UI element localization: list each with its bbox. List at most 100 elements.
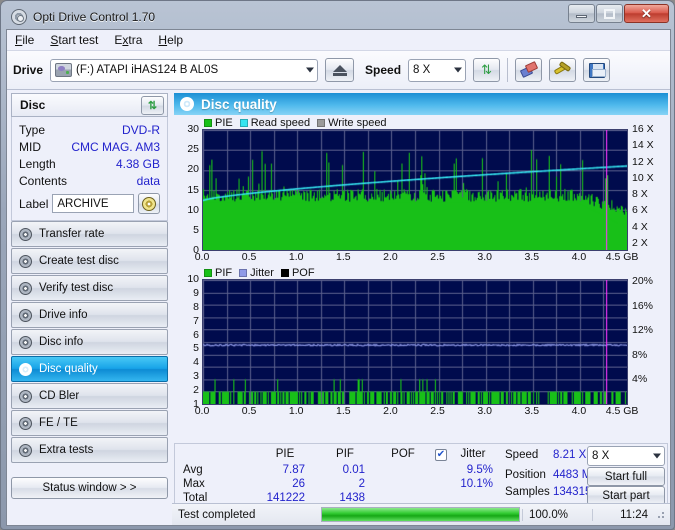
menu-extra[interactable]: Extra	[114, 33, 142, 47]
chevron-down-icon	[454, 67, 463, 73]
legend-item-pif: PIF	[204, 267, 232, 279]
eject-icon	[332, 64, 347, 76]
axis-tick-label: 10 X	[632, 171, 654, 184]
axis-tick-label: 4.0	[571, 251, 587, 263]
axis-tick-label: 1.0	[288, 405, 304, 417]
axis-tick-label: 6	[193, 328, 199, 341]
test-speed-select[interactable]: 8 X	[587, 446, 665, 466]
menu-file[interactable]: File	[15, 33, 34, 47]
disc-label-label: Label	[19, 196, 49, 211]
axis-tick-label: 4.5 GB	[605, 251, 639, 263]
sidebar-item-drive-info[interactable]: Drive info	[11, 302, 168, 328]
app-icon	[11, 9, 27, 25]
save-button[interactable]	[583, 58, 611, 82]
menu-start-test[interactable]: Start test	[50, 33, 98, 47]
axis-tick-label: 2.5	[430, 405, 445, 417]
disc-details-button[interactable]	[138, 193, 160, 214]
toolbar: Drive (F:) ATAPI iHAS124 B AL0S Speed 8 …	[7, 51, 670, 90]
disc-refresh-button[interactable]: ⇅	[141, 95, 164, 115]
axis-tick-label: 3	[193, 370, 199, 383]
legend-swatch	[317, 118, 326, 127]
disc-label-input[interactable]: ARCHIVE	[52, 194, 134, 213]
axis-tick-label: 5	[193, 223, 199, 236]
legend-item-read-speed: Read speed	[239, 117, 310, 129]
axis-tick-label: 1.5	[336, 251, 351, 263]
disc-label-row: Label ARCHIVE	[19, 193, 160, 214]
start-full-button[interactable]: Start full	[587, 467, 665, 486]
cd-icon	[142, 196, 156, 211]
axis-tick-label: 12 X	[632, 155, 654, 168]
stats-max-pif: 2	[358, 478, 365, 490]
resize-grip-icon[interactable]	[654, 508, 668, 522]
axis-tick-label: 3.5	[524, 405, 540, 417]
stats-avg-jitter: 9.5%	[466, 464, 493, 476]
stats-max-pie: 26	[292, 478, 305, 490]
disc-icon	[19, 227, 32, 241]
sidebar-item-label: Transfer rate	[39, 228, 105, 240]
sidebar-item-cd-bler[interactable]: CD Bler	[11, 383, 168, 409]
stats-grid: PIE PIF POF ✔ Jitter Avg 7.87 0.01 9.5% …	[175, 444, 667, 505]
legend-label: PIE	[215, 116, 233, 129]
stats-row-label-avg: Avg	[183, 464, 203, 476]
disc-panel-title: Disc	[20, 98, 46, 112]
drive-select[interactable]: (F:) ATAPI iHAS124 B AL0S	[50, 58, 319, 82]
app-window: Opti Drive Control 1.70 ✕ File Start tes…	[0, 0, 675, 530]
legend-label: PIF	[215, 266, 233, 279]
toolbar-divider	[507, 58, 509, 82]
stats-speed-label: Speed	[505, 449, 539, 461]
sidebar-item-label: Drive info	[39, 309, 88, 321]
menu-help[interactable]: Help	[158, 33, 183, 47]
disc-type-value: DVD-R	[122, 123, 160, 137]
sidebar-item-create-test-disc[interactable]: Create test disc	[11, 248, 168, 274]
disc-row-mid: MID CMC MAG. AM3	[19, 139, 160, 156]
drive-icon	[55, 63, 73, 77]
pie-y2-axis: 16 X 14 X 12 X 10 X 8 X 6 X 4 X 2 X	[628, 123, 668, 251]
close-icon: ✕	[641, 6, 652, 21]
pie-chart: PIE Read speed Write speed 30 25 20 15 10 5 0	[174, 116, 668, 265]
drive-label: Drive	[13, 63, 44, 77]
sidebar-item-fe-te[interactable]: FE / TE	[11, 410, 168, 436]
speed-select[interactable]: 8 X	[408, 58, 467, 82]
disc-info: Type DVD-R MID CMC MAG. AM3 Length 4.38 …	[11, 117, 168, 221]
axis-tick-label: 6 X	[632, 204, 648, 217]
erase-button[interactable]	[515, 58, 543, 82]
refresh-button[interactable]: ⇅	[473, 58, 501, 82]
sidebar-item-label: Verify test disc	[39, 282, 114, 294]
close-button[interactable]: ✕	[624, 4, 669, 23]
sidebar-item-transfer-rate[interactable]: Transfer rate	[11, 221, 168, 247]
maximize-button[interactable]	[596, 4, 623, 23]
maximize-icon	[604, 8, 615, 19]
pif-plot-area[interactable]	[202, 279, 628, 405]
chevron-down-icon	[306, 67, 315, 73]
test-speed-value: 8 X	[592, 450, 610, 462]
pie-plot-area[interactable]	[202, 129, 628, 251]
speed-select-value: 8 X	[413, 64, 431, 76]
disc-panel-header: Disc ⇅	[11, 93, 168, 117]
sidebar-item-extra-tests[interactable]: Extra tests	[11, 437, 168, 463]
legend-label: Jitter	[250, 266, 274, 279]
disc-icon	[19, 443, 32, 457]
sidebar-item-disc-info[interactable]: Disc info	[11, 329, 168, 355]
pie-plot-row: 30 25 20 15 10 5 0 16 X 14 X 12 X 10 X8 X6 X4 X2 …	[174, 123, 668, 256]
minimize-button[interactable]	[568, 4, 595, 23]
axis-tick-label: 3.0	[477, 405, 492, 417]
stats-panel: PIE PIF POF ✔ Jitter Avg 7.87 0.01 9.5% …	[174, 443, 668, 505]
eject-button[interactable]	[325, 58, 355, 82]
axis-tick-label: 5	[193, 342, 199, 355]
sidebar-item-verify-test-disc[interactable]: Verify test disc	[11, 275, 168, 301]
jitter-checkbox[interactable]: ✔	[435, 449, 447, 461]
sidebar-item-disc-quality[interactable]: Disc quality	[11, 356, 168, 382]
axis-tick-label: 0.0	[194, 251, 210, 263]
tools-icon	[553, 60, 572, 78]
tools-button[interactable]	[549, 58, 577, 82]
body-area: Disc ⇅ Type DVD-R MID CMC MAG. AM3 Lengt…	[7, 91, 670, 525]
axis-tick-label: 12%	[632, 324, 654, 336]
pif-canvas	[203, 280, 627, 404]
stats-position-label: Position	[505, 469, 546, 481]
eraser-icon	[519, 61, 538, 78]
axis-tick-label: 3.5	[524, 251, 540, 263]
pie-y-axis: 30 25 20 15 10 5 0	[174, 123, 202, 256]
axis-tick-label: 16%	[632, 299, 654, 312]
pif-chart: PIF Jitter POF 10 9 8 7 6 5 4 3 2 1 20% …	[174, 266, 668, 419]
status-window-button[interactable]: Status window > >	[11, 477, 168, 499]
